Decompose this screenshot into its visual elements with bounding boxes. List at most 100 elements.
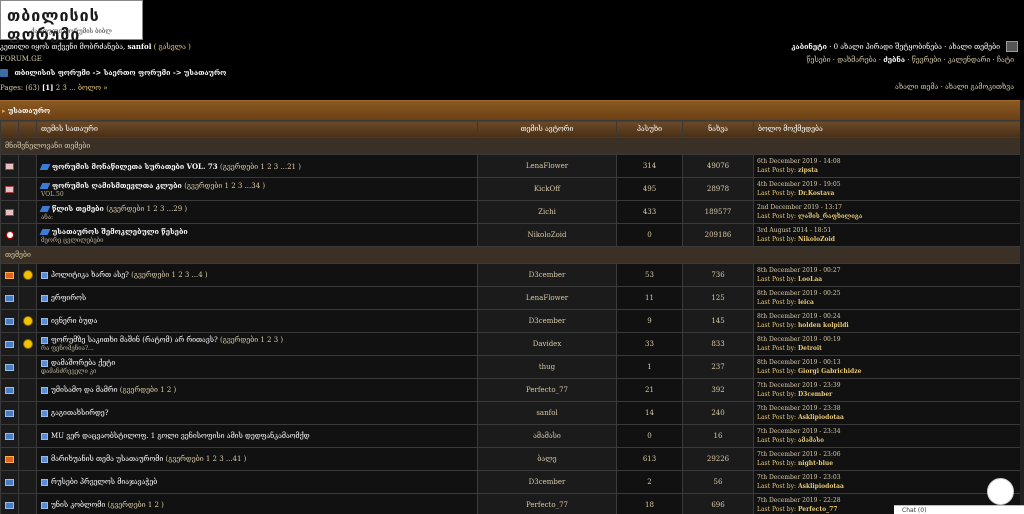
topic-row[interactable]: უსათაუროს შემოკლებული წესები მეორე ცვლილ… <box>0 223 1021 247</box>
topic-row[interactable]: ივნერი ბუდა D3cember 9 145 8th December 201… <box>0 309 1021 333</box>
topic-title-link[interactable]: წლის თემები (გვერდები 1 2 3 ...29 ) <box>52 204 187 213</box>
topic-title-link[interactable]: ივნერი ბუდა <box>51 317 97 325</box>
topic-title[interactable]: უმისამო და მამრი <box>51 386 118 394</box>
topic-pages[interactable]: (გვერდები 1 2 ) <box>107 501 163 509</box>
last-post-author[interactable]: NikoloZoid <box>798 236 835 243</box>
replies-count[interactable]: 2 <box>616 470 683 494</box>
replies-count[interactable]: 613 <box>616 447 683 471</box>
last-post-date[interactable]: 7th December 2019 - 23:03 <box>757 473 1020 482</box>
last-post-date[interactable]: 8th December 2019 - 00:24 <box>757 312 1020 321</box>
topic-row[interactable]: ერფიროს LenaFlower 11 125 8th December 2019… <box>0 286 1021 310</box>
topic-row[interactable]: უმისამო და მამრი (გვერდები 1 2 ) Perfecto… <box>0 378 1021 402</box>
last-post-date[interactable]: 8th December 2019 - 00:19 <box>757 335 1020 344</box>
topic-title[interactable]: რუსები პრველოს მიაჯავაჭებ <box>51 478 157 486</box>
topic-title-link[interactable]: ფორუმზე საკითხი მაშინ (რატომ) არ რითავს?… <box>51 336 283 344</box>
last-post-author[interactable]: Perfecto_77 <box>798 506 838 513</box>
last-post-author[interactable]: Dr.Kostava <box>798 190 834 197</box>
topic-pages[interactable]: (გვერდები 1 2 3 ...29 ) <box>106 205 187 213</box>
last-post-date[interactable]: 3rd August 2014 - 18:51 <box>757 226 1020 235</box>
topic-row[interactable]: წლის თემები (გვერდები 1 2 3 ...29 ) ანა: Z… <box>0 200 1021 224</box>
search-icon[interactable] <box>1006 41 1018 52</box>
replies-count[interactable]: 433 <box>616 200 683 224</box>
topic-title-link[interactable]: პოლიტიკა ხართ ასე? (გვერდები 1 2 3 ...4 … <box>51 271 208 279</box>
topic-title[interactable]: ფორუმის ღამისმთევლთა კლუბი <box>52 181 182 190</box>
chat-bar[interactable]: Chat (0) <box>894 505 1024 514</box>
pages-links[interactable]: 2 3 ... ბოლო » <box>56 84 108 92</box>
author-link[interactable]: LenaFlower <box>526 294 568 302</box>
forum-logo[interactable]: თბილისის ფორუმი ქართული ფორუმის ბიბლ <box>0 0 143 44</box>
topic-title[interactable]: ერფიროს <box>51 294 86 302</box>
author-link[interactable]: ბალე <box>537 455 556 463</box>
author-link[interactable]: ამამასი <box>533 432 561 440</box>
topic-pages[interactable]: (გვერდები 1 2 ) <box>120 386 176 394</box>
replies-count[interactable]: 495 <box>616 177 683 201</box>
author-link[interactable]: sanfol <box>536 409 557 417</box>
topic-title[interactable]: უნის კობლომი <box>51 501 105 509</box>
topic-title-link[interactable]: ფორუმის ღამისმთევლთა კლუბი (გვერდები 1 2… <box>52 181 265 190</box>
topic-title[interactable]: მარიხუანის თემა უსათაურომი <box>51 455 163 463</box>
author-link[interactable]: NikoloZoid <box>527 231 566 239</box>
topic-pages[interactable]: (გვერდები 1 2 3 ...4 ) <box>131 271 207 279</box>
last-post-author[interactable]: holden kolpildi <box>798 322 849 329</box>
last-post-author[interactable]: LooLaa <box>798 276 822 283</box>
topic-row[interactable]: ფორუმის ღამისმთევლთა კლუბი (გვერდები 1 2… <box>0 177 1021 201</box>
last-post-author[interactable]: leica <box>798 299 814 306</box>
topic-title-link[interactable]: MU ვერ დაცვაობსტილოფ. 1 გოლი ვენისოფისი … <box>51 432 310 440</box>
replies-count[interactable]: 9 <box>616 309 683 333</box>
topic-title[interactable]: გაგითახსირდე? <box>51 409 109 417</box>
new-topic-links[interactable]: ახალი თემა · ახალი გამოკითხვა <box>895 83 1014 91</box>
cabinet-link[interactable]: კაბინეტი <box>791 42 827 51</box>
topic-title-link[interactable]: მარიხუანის თემა უსათაურომი (გვერდები 1 2… <box>51 455 246 463</box>
author-link[interactable]: KickOff <box>534 185 560 193</box>
topic-row[interactable]: მარიხუანის თემა უსათაურომი (გვერდები 1 2… <box>0 447 1021 471</box>
last-post-date[interactable]: 7th December 2019 - 23:38 <box>757 404 1020 413</box>
last-post-date[interactable]: 6th December 2019 - 14:08 <box>757 157 1020 166</box>
logout-link[interactable]: ( გასვლა ) <box>154 43 191 51</box>
author-link[interactable]: D3cember <box>529 317 566 325</box>
topic-pages[interactable]: (გვერდები 1 2 3 ...21 ) <box>220 163 301 171</box>
topic-row[interactable]: დამაშორება ქეტი დამანძრეველი კი thug 1 237 8… <box>0 355 1021 379</box>
last-post-author[interactable]: D3cember <box>798 391 832 398</box>
topic-title-link[interactable]: ფორუმის მონაწილეთა სურათები VOL. 73 (გვე… <box>52 162 301 171</box>
topic-pages[interactable]: (გვერდები 1 2 3 ...41 ) <box>165 455 246 463</box>
replies-count[interactable]: 33 <box>616 332 683 356</box>
last-post-date[interactable]: 7th December 2019 - 22:28 <box>757 496 1020 505</box>
topic-row[interactable]: რუსები პრველოს მიაჯავაჭებ D3cember 2 56 7th… <box>0 470 1021 494</box>
replies-count[interactable]: 18 <box>616 493 683 514</box>
topic-title-link[interactable]: დამაშორება ქეტი <box>51 359 115 367</box>
replies-count[interactable]: 14 <box>616 401 683 425</box>
topic-title[interactable]: დამაშორება ქეტი <box>51 359 115 367</box>
username-link[interactable]: sanfol <box>127 42 151 51</box>
topic-pages[interactable]: (გვერდები 1 2 3 ...34 ) <box>184 182 265 190</box>
topic-title-link[interactable]: უსათაუროს შემოკლებული წესები <box>52 227 188 236</box>
topic-row[interactable]: უნის კობლომი (გვერდები 1 2 ) Perfecto_77 1… <box>0 493 1021 514</box>
topic-title[interactable]: წლის თემები <box>52 204 104 213</box>
breadcrumb-text[interactable]: თბილისის ფორუმი -> საერთო ფორუმი -> უსათ… <box>14 68 226 77</box>
author-link[interactable]: Perfecto_77 <box>526 386 568 394</box>
replies-count[interactable]: 1 <box>616 355 683 379</box>
last-post-date[interactable]: 8th December 2019 - 00:25 <box>757 289 1020 298</box>
last-post-date[interactable]: 8th December 2019 - 00:27 <box>757 266 1020 275</box>
rules-help-links[interactable]: წესები · დახმარება · <box>806 56 880 64</box>
replies-count[interactable]: 0 <box>616 424 683 448</box>
scroll-top-button[interactable] <box>987 478 1014 505</box>
topic-row[interactable]: ფორუმის მონაწილეთა სურათები VOL. 73 (გვე… <box>0 154 1021 178</box>
topic-row[interactable]: პოლიტიკა ხართ ასე? (გვერდები 1 2 3 ...4 … <box>0 263 1021 287</box>
topic-title-link[interactable]: ერფიროს <box>51 294 86 302</box>
topic-title-link[interactable]: უნის კობლომი (გვერდები 1 2 ) <box>51 501 164 509</box>
topic-title-link[interactable]: უმისამო და მამრი (გვერდები 1 2 ) <box>51 386 176 394</box>
last-post-date[interactable]: 7th December 2019 - 23:06 <box>757 450 1020 459</box>
scrollbar[interactable] <box>1020 100 1024 514</box>
topic-title[interactable]: ივნერი ბუდა <box>51 317 97 325</box>
last-post-author[interactable]: zipsta <box>798 167 818 174</box>
members-calendar-chat-links[interactable]: · წევრები · კალენდარი · ჩატი <box>907 56 1014 64</box>
replies-count[interactable]: 11 <box>616 286 683 310</box>
topic-title[interactable]: ფორუმზე საკითხი მაშინ (რატომ) არ რითავს? <box>51 336 218 344</box>
topic-row[interactable]: ფორუმზე საკითხი მაშინ (რატომ) არ რითავს?… <box>0 332 1021 356</box>
last-post-date[interactable]: 7th December 2019 - 23:34 <box>757 427 1020 436</box>
pm-link[interactable]: · 0 ახალი პირადი შეტყობინება · ახალი თემ… <box>829 43 1000 51</box>
search-link[interactable]: ძებნა <box>883 55 905 64</box>
author-link[interactable]: Zichi <box>538 208 556 216</box>
topic-row[interactable]: გაგითახსირდე? sanfol 14 240 7th December 20… <box>0 401 1021 425</box>
topic-row[interactable]: MU ვერ დაცვაობსტილოფ. 1 გოლი ვენისოფისი … <box>0 424 1021 448</box>
